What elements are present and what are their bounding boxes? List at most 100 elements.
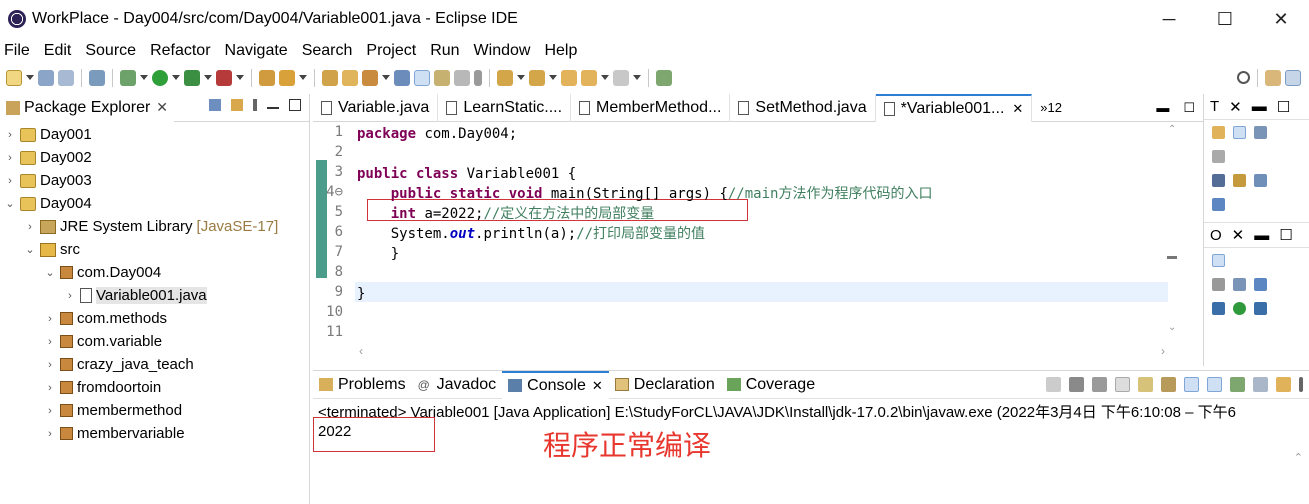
mark-occurrences-icon[interactable] [414,69,430,86]
minimize-button[interactable]: ─ [1141,0,1197,38]
close-icon[interactable]: ✕ [1232,226,1245,244]
view-menu-icon[interactable] [1299,377,1303,392]
last-edit-icon[interactable] [561,69,577,86]
show-on-stdout-icon[interactable] [1184,377,1199,392]
terminate-icon[interactable] [1046,377,1061,392]
minimize-view-icon[interactable]: ▬ [1156,100,1169,116]
chevron-down-icon[interactable] [517,75,525,80]
chevron-down-icon[interactable] [26,75,34,80]
hide-fields-icon[interactable] [1212,277,1225,291]
external-tools-icon[interactable] [216,69,232,86]
code-line[interactable]: public class Variable001 { [357,164,576,184]
menu-project[interactable]: Project [366,42,416,60]
back-icon[interactable] [581,69,597,86]
filter-icon[interactable] [1212,173,1225,187]
chevron-down-icon[interactable] [204,75,212,80]
minimize-view-icon[interactable]: ▬ [1254,227,1269,244]
view-menu-icon[interactable] [253,99,257,111]
tab-declaration[interactable]: Declaration [609,371,721,399]
lock-view-icon[interactable] [1233,173,1246,187]
minimize-view-icon[interactable]: ▬ [1252,98,1267,115]
menu-refactor[interactable]: Refactor [150,42,210,60]
chevron-right-icon[interactable]: › [44,405,56,417]
show-supertype-icon[interactable] [1254,125,1267,139]
menu-edit[interactable]: Edit [44,42,72,60]
collapse-all-icon[interactable] [209,99,221,111]
pin-editor-icon[interactable] [656,69,672,86]
code-line[interactable]: } [357,244,399,264]
tab-package-explorer[interactable]: Package Explorer ✕ [0,93,175,122]
maximize-view-icon[interactable]: ☐ [1277,98,1290,116]
tree-item[interactable]: › membervariable [0,422,184,445]
tab-console-active[interactable]: Console ✕ [502,370,609,399]
tree-item[interactable]: › Day002 [0,146,92,169]
link-with-editor-icon[interactable] [231,99,243,111]
remove-launch-icon[interactable] [1069,377,1084,392]
console-scrollbar[interactable]: ⌃ [1294,451,1303,464]
chevron-down-icon[interactable] [172,75,180,80]
tree-item[interactable]: › fromdoortoin [0,376,161,399]
chevron-down-icon[interactable]: ⌄ [44,266,56,279]
debug-icon[interactable] [120,69,136,86]
tab-setmethod[interactable]: SetMethod.java [730,93,876,122]
chevron-down-icon[interactable] [140,75,148,80]
search-tool-icon[interactable] [362,69,378,86]
tab-variable001-active[interactable]: *Variable001... ✕ [875,93,1033,122]
maximize-view-icon[interactable]: ☐ [1183,100,1195,116]
chevron-right-icon[interactable]: › [44,336,56,348]
hide-local-types-icon[interactable] [1212,301,1225,315]
close-icon[interactable]: ✕ [1229,98,1242,116]
hide-static-icon[interactable] [1233,277,1246,291]
close-icon[interactable]: ✕ [592,378,603,394]
editor-vertical-scrollbar[interactable]: ⌃ ⌄ [1165,122,1179,366]
menu-navigate[interactable]: Navigate [225,42,288,60]
skip-breakpoints-icon[interactable] [89,69,105,86]
display-console-icon[interactable] [1253,377,1268,392]
new-java-project-icon[interactable] [259,69,275,86]
method-icon[interactable] [1233,301,1246,315]
show-whitespace-icon[interactable] [454,69,470,86]
chevron-down-icon[interactable] [382,75,390,80]
run-icon[interactable] [152,69,168,86]
tree-item[interactable]: › membermethod [0,399,182,422]
menu-window[interactable]: Window [474,42,531,60]
chevron-right-icon[interactable]: › [44,359,56,371]
menu-run[interactable]: Run [430,42,459,60]
code-line[interactable]: } [357,284,365,304]
next-annotation-icon[interactable] [497,69,513,86]
open-folder-icon[interactable] [342,69,358,86]
close-button[interactable]: ✕ [1253,0,1309,38]
menu-file[interactable]: File [4,42,30,60]
chevron-right-icon[interactable]: › [4,152,16,164]
tab-type-hierarchy[interactable]: T [1210,98,1219,115]
menu-search[interactable]: Search [302,42,353,60]
sort-icon[interactable] [1212,253,1225,267]
close-icon[interactable]: ✕ [1012,101,1023,117]
maximize-view-icon[interactable] [289,99,301,111]
tree-item[interactable]: › com.methods [0,307,167,330]
chevron-right-icon[interactable]: › [24,221,36,233]
editor-horizontal-scrollbar[interactable]: ‹ › [357,344,1167,360]
minimize-view-icon[interactable] [267,107,279,109]
toggle-annotation-icon[interactable] [394,69,410,86]
tabs-overflow[interactable]: »12 [1032,100,1070,115]
console-output[interactable]: 2022 [318,423,351,440]
tree-item[interactable]: ⌄ com.Day004 [0,261,161,284]
open-console-icon[interactable] [1276,377,1291,392]
word-wrap-icon[interactable] [1161,377,1176,392]
code-line[interactable]: int a=2022;//定义在方法中的局部变量 [357,204,655,224]
new-class-icon[interactable] [279,69,295,86]
pin-console-icon[interactable] [1230,377,1245,392]
menu-source[interactable]: Source [85,42,136,60]
show-type-hierarchy-icon[interactable] [1233,125,1246,139]
save-icon[interactable] [38,69,54,86]
chevron-down-icon[interactable] [299,75,307,80]
chevron-right-icon[interactable]: › [44,313,56,325]
maximize-view-icon[interactable]: ☐ [1279,226,1292,244]
code-line[interactable]: public static void main(String[] args) {… [357,184,933,204]
link-icon[interactable] [1254,301,1267,315]
new-icon[interactable] [6,69,22,86]
tree-item[interactable]: › crazy_java_teach [0,353,194,376]
maximize-button[interactable]: ☐ [1197,0,1253,38]
block-selection-icon[interactable] [434,69,450,86]
